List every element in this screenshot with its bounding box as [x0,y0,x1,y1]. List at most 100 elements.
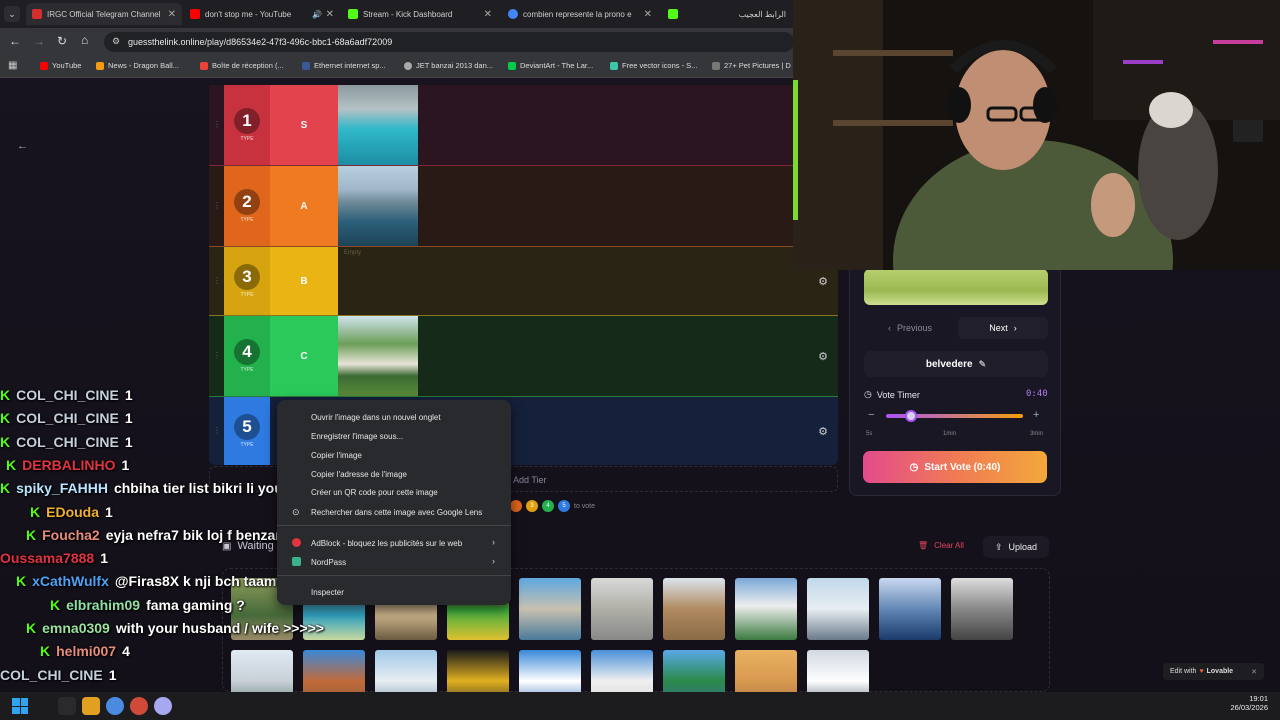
pool-image[interactable] [519,578,581,640]
chat-username[interactable]: helmi007 [56,643,116,659]
lovable-prefix: Edit with [1170,668,1197,675]
taskbar-app-icon[interactable] [154,697,172,715]
bookmark-dragonball[interactable]: News - Dragon Ball... [96,61,179,70]
apps-grid-icon[interactable]: ▦ [8,60,17,71]
adblock-icon [292,538,301,547]
url-field[interactable]: ⚙ guessthelink.online/play/d86534e2-47f3… [104,32,794,52]
chat-username[interactable]: spiky_FAHHH [16,480,108,496]
chat-username[interactable]: EDouda [46,504,99,520]
menu-item-create-qr[interactable]: Créer un QR code pour cette image [311,488,438,497]
pool-image[interactable] [663,578,725,640]
chat-text: 1 [100,550,108,567]
tier-image-cove[interactable] [338,85,418,165]
gear-icon[interactable]: ⚙ [818,275,828,288]
menu-item-adblock[interactable]: AdBlock - bloquez les publicités sur le … [311,539,462,548]
tab-youtube[interactable]: don't stop me - YouTube 🔊 ✕ [184,3,340,25]
tab-irgc[interactable]: IRGC Official Telegram Channel ✕ [26,3,182,25]
start-vote-button[interactable]: ◷ Start Vote (0:40) [863,451,1047,483]
chat-username[interactable]: emna0309 [42,620,110,636]
reload-icon[interactable]: ↻ [57,34,67,48]
pool-image[interactable] [879,578,941,640]
windows-start-icon[interactable] [12,698,28,714]
chat-username[interactable]: Foucha2 [42,527,100,543]
scale-mid: 1min [943,431,957,437]
plus-icon[interactable]: + [1033,409,1039,421]
bookmark-deviantart[interactable]: DeviantArt - The Lar... [508,61,593,70]
edit-with-lovable-badge[interactable]: Edit with ♥ Lovable ✕ [1163,663,1264,680]
gear-icon[interactable]: ⚙ [818,350,828,363]
menu-divider [277,575,511,576]
taskbar-app-icon[interactable] [58,697,76,715]
chat-message: Kspiky_FAHHH chbiha tier list bikri li yo… [0,477,295,499]
tier-number: 3 TYPE [224,247,270,315]
next-label: Next [989,323,1008,333]
pencil-icon[interactable]: ✎ [979,359,987,370]
tab-guessthelink[interactable]: الرابط العجيب [662,3,792,25]
taskbar-folder-icon[interactable] [82,697,100,715]
chat-text: 1 [124,410,133,427]
tier-letter[interactable]: B [270,247,338,315]
forward-arrow-icon[interactable]: → [33,34,45,48]
close-icon[interactable]: ✕ [1251,668,1257,676]
bookmark-mail[interactable]: Boîte de réception (... [200,61,284,70]
webcam-feed [793,0,1280,270]
tier-image-harbor[interactable] [338,166,418,246]
upload-button[interactable]: ⇪ Upload [983,536,1049,558]
pool-image[interactable] [807,578,869,640]
bookmark-ethernet[interactable]: Ethernet internet sp... [302,61,386,70]
menu-item-open-image-new-tab[interactable]: Ouvrir l'image dans un nouvel onglet [311,413,441,422]
previous-button[interactable]: ‹ Previous [864,317,956,339]
close-icon[interactable]: ✕ [644,9,652,20]
menu-item-nordpass[interactable]: NordPass [311,558,346,567]
chat-username[interactable]: COL_CHI_CINE [16,410,119,426]
menu-item-inspect[interactable]: Inspecter [311,588,344,597]
close-icon[interactable]: ✕ [168,9,176,20]
bookmark-jet[interactable]: JET banzai 2013 dan... [404,61,493,70]
tier-letter[interactable]: C [270,316,338,396]
clear-all-button[interactable]: 🗑 Clear All [918,541,964,550]
bookmark-youtube[interactable]: YouTube [40,61,81,70]
menu-item-google-lens[interactable]: Rechercher dans cette image avec Google … [311,508,482,517]
pool-image[interactable] [591,578,653,640]
chat-username[interactable]: Oussama7888 [0,550,94,566]
minus-icon[interactable]: − [868,409,874,421]
chat-username[interactable]: xCathWulfx [32,573,109,589]
menu-item-save-image[interactable]: Enregistrer l'image sous... [311,432,403,441]
chat-username[interactable]: COL_CHI_CINE [16,434,119,450]
chat-username[interactable]: elbrahim09 [66,597,140,613]
tier-letter[interactable]: S [270,85,338,165]
site-info-icon[interactable]: ⚙ [112,36,120,47]
chat-username[interactable]: COL_CHI_CINE [0,667,103,683]
tab-kick-dashboard[interactable]: Stream - Kick Dashboard ✕ [342,3,498,25]
gear-icon[interactable]: ⚙ [818,425,828,438]
back-arrow-icon[interactable]: ← [9,34,21,48]
pool-image[interactable] [735,578,797,640]
slider-knob[interactable] [904,410,917,422]
system-clock[interactable]: 19:01 26/03/2026 [1226,694,1268,712]
close-icon[interactable]: ✕ [326,9,334,20]
image-name-field[interactable]: belvedere ✎ [864,351,1048,377]
chat-username[interactable]: COL_CHI_CINE [16,387,119,403]
tier-letter[interactable]: A [270,166,338,246]
vote-timer-slider[interactable] [886,410,1023,422]
tier-image-palms[interactable] [338,316,418,396]
clock-date: 26/03/2026 [1230,703,1268,712]
bookmark-pets[interactable]: 27+ Pet Pictures | D [712,61,791,70]
speaker-icon[interactable]: 🔊 [312,10,322,19]
tab-list-icon[interactable]: ⌄ [4,6,20,22]
home-icon[interactable]: ⌂ [81,33,88,47]
taskbar-browser-icon[interactable] [106,697,124,715]
tab-label: combien represente la prono e [523,9,632,19]
back-arrow-icon[interactable]: ← [17,140,31,154]
next-button[interactable]: Next › [958,317,1048,339]
close-icon[interactable]: ✕ [484,9,492,20]
chat-username[interactable]: DERBALINHO [22,457,115,473]
menu-item-copy-image[interactable]: Copier l'image [311,451,362,460]
tab-google[interactable]: combien represente la prono e ✕ [502,3,658,25]
pool-image[interactable] [951,578,1013,640]
deviantart-icon [508,61,516,70]
taskbar-record-icon[interactable] [130,697,148,715]
bookmark-vector-icons[interactable]: Free vector icons - S... [610,61,697,70]
menu-item-copy-image-address[interactable]: Copier l'adresse de l'image [311,470,407,479]
tier-number-badge: 5 [234,414,260,440]
